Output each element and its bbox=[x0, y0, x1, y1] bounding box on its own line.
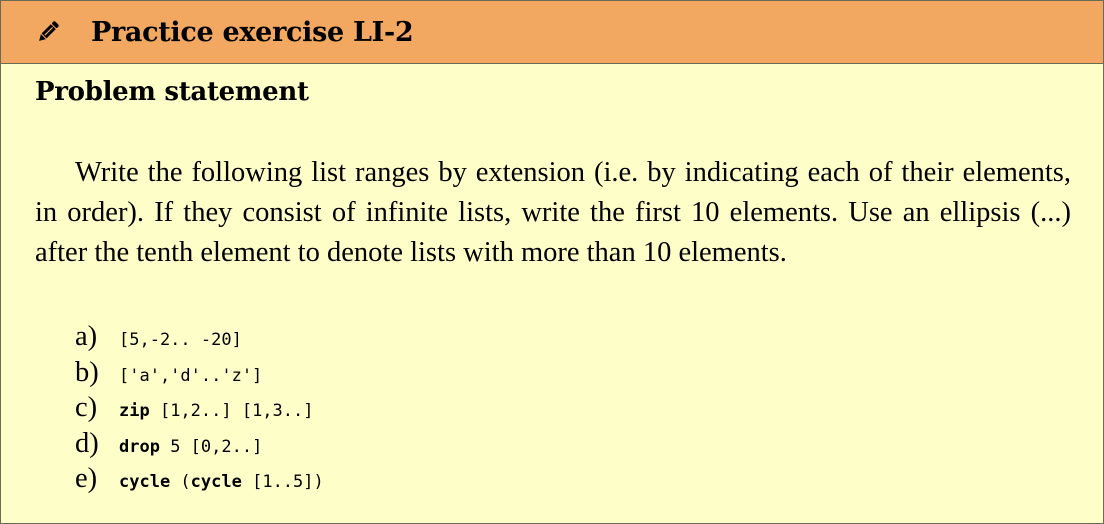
item-keyword: drop bbox=[119, 436, 160, 457]
list-item: d) drop 5 [0,2..] bbox=[75, 428, 324, 464]
exercise-box: Practice exercise LI-2 Problem statement… bbox=[0, 0, 1104, 524]
exercise-header: Practice exercise LI-2 bbox=[1, 1, 1103, 64]
item-keyword: cycle bbox=[119, 472, 171, 492]
item-label: b) bbox=[75, 356, 99, 388]
section-title: Problem statement bbox=[35, 77, 309, 107]
item-keyword: zip bbox=[119, 401, 150, 421]
item-code: [5,-2.. -20] bbox=[119, 330, 242, 350]
exercise-list: a) [5,-2.. -20] b) ['a','d'..'z'] c) zip… bbox=[75, 321, 324, 499]
item-code: [1,2..] [1,3..] bbox=[149, 401, 314, 421]
item-label: c) bbox=[75, 392, 98, 423]
item-code: ['a','d'..'z'] bbox=[119, 365, 263, 386]
item-code: [1..5]) bbox=[241, 472, 324, 492]
item-label: a) bbox=[75, 321, 98, 352]
list-item: e) cycle (cycle [1..5]) bbox=[75, 463, 324, 499]
problem-statement: Write the following list ranges by exten… bbox=[35, 157, 1071, 268]
item-label: e) bbox=[75, 463, 98, 494]
pencil-icon bbox=[35, 19, 61, 45]
item-keyword: cycle bbox=[190, 472, 242, 492]
list-item: b) ['a','d'..'z'] bbox=[75, 357, 324, 393]
item-code: 5 [0,2..] bbox=[159, 436, 263, 457]
list-item: c) zip [1,2..] [1,3..] bbox=[75, 392, 324, 428]
exercise-title: Practice exercise LI-2 bbox=[91, 16, 414, 48]
item-label: d) bbox=[75, 427, 99, 459]
list-item: a) [5,-2.. -20] bbox=[75, 321, 324, 357]
item-code: ( bbox=[170, 472, 191, 492]
